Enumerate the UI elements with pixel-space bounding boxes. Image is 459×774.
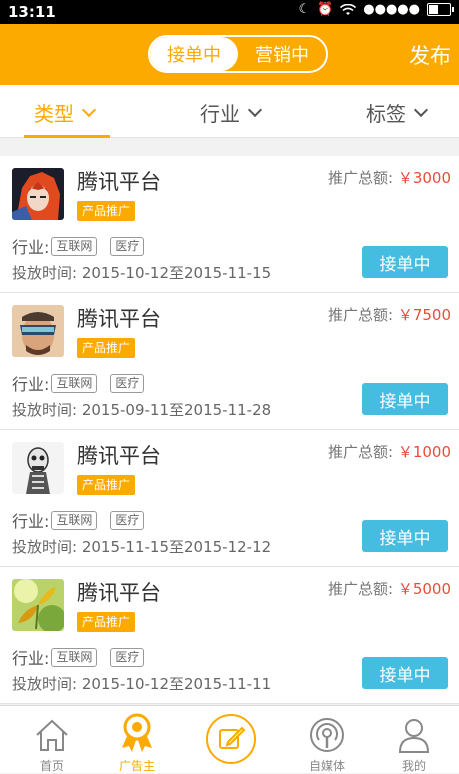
- tab-advertiser[interactable]: 广告主: [102, 710, 172, 773]
- industry-row: 行业: 互联网 医疗: [12, 508, 145, 532]
- period-text: 投放时间: 2015-11-15至2015-12-12: [12, 538, 272, 556]
- industry-chip: 互联网: [51, 647, 98, 667]
- amount-value: ￥1000: [397, 443, 451, 461]
- segment-marketing[interactable]: 营销中: [238, 37, 326, 71]
- broadcast-icon: [310, 718, 344, 752]
- amount-value: ￥5000: [397, 580, 451, 598]
- active-filter-underline: [24, 135, 110, 138]
- tab-advertiser-label: 广告主: [118, 759, 155, 773]
- avatar: [12, 579, 64, 631]
- status-icons: ☾ ⏰ ●●●●●: [298, 2, 454, 17]
- compose-button[interactable]: [206, 714, 256, 764]
- card-title: 腾讯平台: [77, 444, 161, 468]
- industry-chip: 医疗: [110, 510, 145, 530]
- amount-label: 推广总额:: [327, 169, 393, 187]
- list-item[interactable]: 腾讯平台 产品推广 推广总额: ￥5000 行业: 互联网 医疗 投放时间: 2…: [0, 567, 459, 704]
- tab-home-label: 首页: [39, 759, 64, 773]
- promo-tag: 产品推广: [77, 338, 136, 358]
- bottom-tab-bar: 首页 广告主 自媒体 我的: [0, 705, 459, 773]
- industry-chip: 互联网: [51, 236, 98, 256]
- tab-home[interactable]: 首页: [17, 710, 87, 773]
- app-header: 接单中 营销中 发布: [0, 24, 459, 85]
- take-order-button[interactable]: 接单中: [362, 246, 448, 278]
- industry-label: 行业:: [12, 512, 50, 531]
- tab-media-label: 自媒体: [308, 759, 345, 773]
- segment-control: 接单中 营销中: [148, 35, 328, 73]
- tab-profile[interactable]: 我的: [379, 710, 449, 773]
- amount-value: ￥3000: [397, 169, 451, 187]
- industry-chip: 医疗: [110, 236, 145, 256]
- list-item[interactable]: 腾讯平台 产品推广 推广总额: ￥3000 行业: 互联网 医疗 投放时间: 2…: [0, 156, 459, 293]
- filter-bar: 类型 行业 标签: [0, 85, 459, 138]
- industry-row: 行业: 互联网 医疗: [12, 645, 145, 669]
- list-item[interactable]: 腾讯平台 产品推广 推广总额: ￥7500 行业: 互联网 医疗 投放时间: 2…: [0, 293, 459, 430]
- status-bar: 13:11 ☾ ⏰ ●●●●●: [0, 0, 459, 24]
- industry-chip: 互联网: [51, 510, 98, 530]
- take-order-button[interactable]: 接单中: [362, 383, 448, 415]
- list-item[interactable]: 腾讯平台 产品推广 推广总额: ￥1000 行业: 互联网 医疗 投放时间: 2…: [0, 430, 459, 567]
- wifi-icon: [340, 3, 357, 15]
- industry-row: 行业: 互联网 医疗: [12, 371, 145, 395]
- industry-label: 行业:: [12, 375, 50, 394]
- promo-tag: 产品推广: [77, 201, 136, 221]
- filter-tag-label: 标签: [366, 102, 406, 126]
- chevron-down-icon: [81, 102, 97, 117]
- period-text: 投放时间: 2015-10-12至2015-11-15: [12, 264, 272, 282]
- award-icon: [122, 713, 152, 752]
- segment-receiving[interactable]: 接单中: [150, 37, 238, 71]
- amount-label: 推广总额:: [327, 306, 393, 324]
- period-text: 投放时间: 2015-10-12至2015-11-11: [12, 675, 272, 693]
- avatar: [12, 168, 64, 220]
- filter-type[interactable]: 类型: [34, 98, 97, 127]
- card-title: 腾讯平台: [77, 307, 161, 331]
- take-order-button[interactable]: 接单中: [362, 520, 448, 552]
- filter-type-label: 类型: [34, 102, 74, 126]
- card-title: 腾讯平台: [77, 581, 161, 605]
- promo-tag: 产品推广: [77, 612, 136, 632]
- industry-row: 行业: 互联网 医疗: [12, 234, 145, 258]
- alarm-icon: ⏰: [317, 2, 334, 17]
- card-title: 腾讯平台: [77, 170, 161, 194]
- industry-label: 行业:: [12, 238, 50, 257]
- edit-icon: [219, 726, 246, 749]
- filter-industry[interactable]: 行业: [200, 98, 263, 127]
- take-order-button[interactable]: 接单中: [362, 657, 448, 689]
- user-icon: [398, 719, 430, 753]
- industry-chip: 医疗: [110, 647, 145, 667]
- period-text: 投放时间: 2015-09-11至2015-11-28: [12, 401, 272, 419]
- amount-value: ￥7500: [397, 306, 451, 324]
- avatar: [12, 442, 64, 494]
- industry-chip: 医疗: [110, 373, 145, 393]
- chevron-down-icon: [413, 102, 429, 117]
- status-time: 13:11: [8, 3, 56, 21]
- amount-label: 推广总额:: [327, 580, 393, 598]
- moon-icon: ☾: [298, 2, 311, 17]
- battery-icon: [427, 3, 454, 16]
- filter-industry-label: 行业: [200, 102, 240, 126]
- publish-button[interactable]: 发布: [409, 40, 451, 70]
- industry-label: 行业:: [12, 649, 50, 668]
- tab-media[interactable]: 自媒体: [292, 710, 362, 773]
- avatar: [12, 305, 64, 357]
- chevron-down-icon: [247, 102, 263, 117]
- tab-profile-label: 我的: [401, 759, 426, 773]
- filter-tag[interactable]: 标签: [366, 98, 429, 127]
- signal-icon: ●●●●●: [363, 2, 420, 17]
- industry-chip: 互联网: [51, 373, 98, 393]
- promo-tag: 产品推广: [77, 475, 136, 495]
- amount-label: 推广总额:: [327, 443, 393, 461]
- home-icon: [36, 719, 68, 751]
